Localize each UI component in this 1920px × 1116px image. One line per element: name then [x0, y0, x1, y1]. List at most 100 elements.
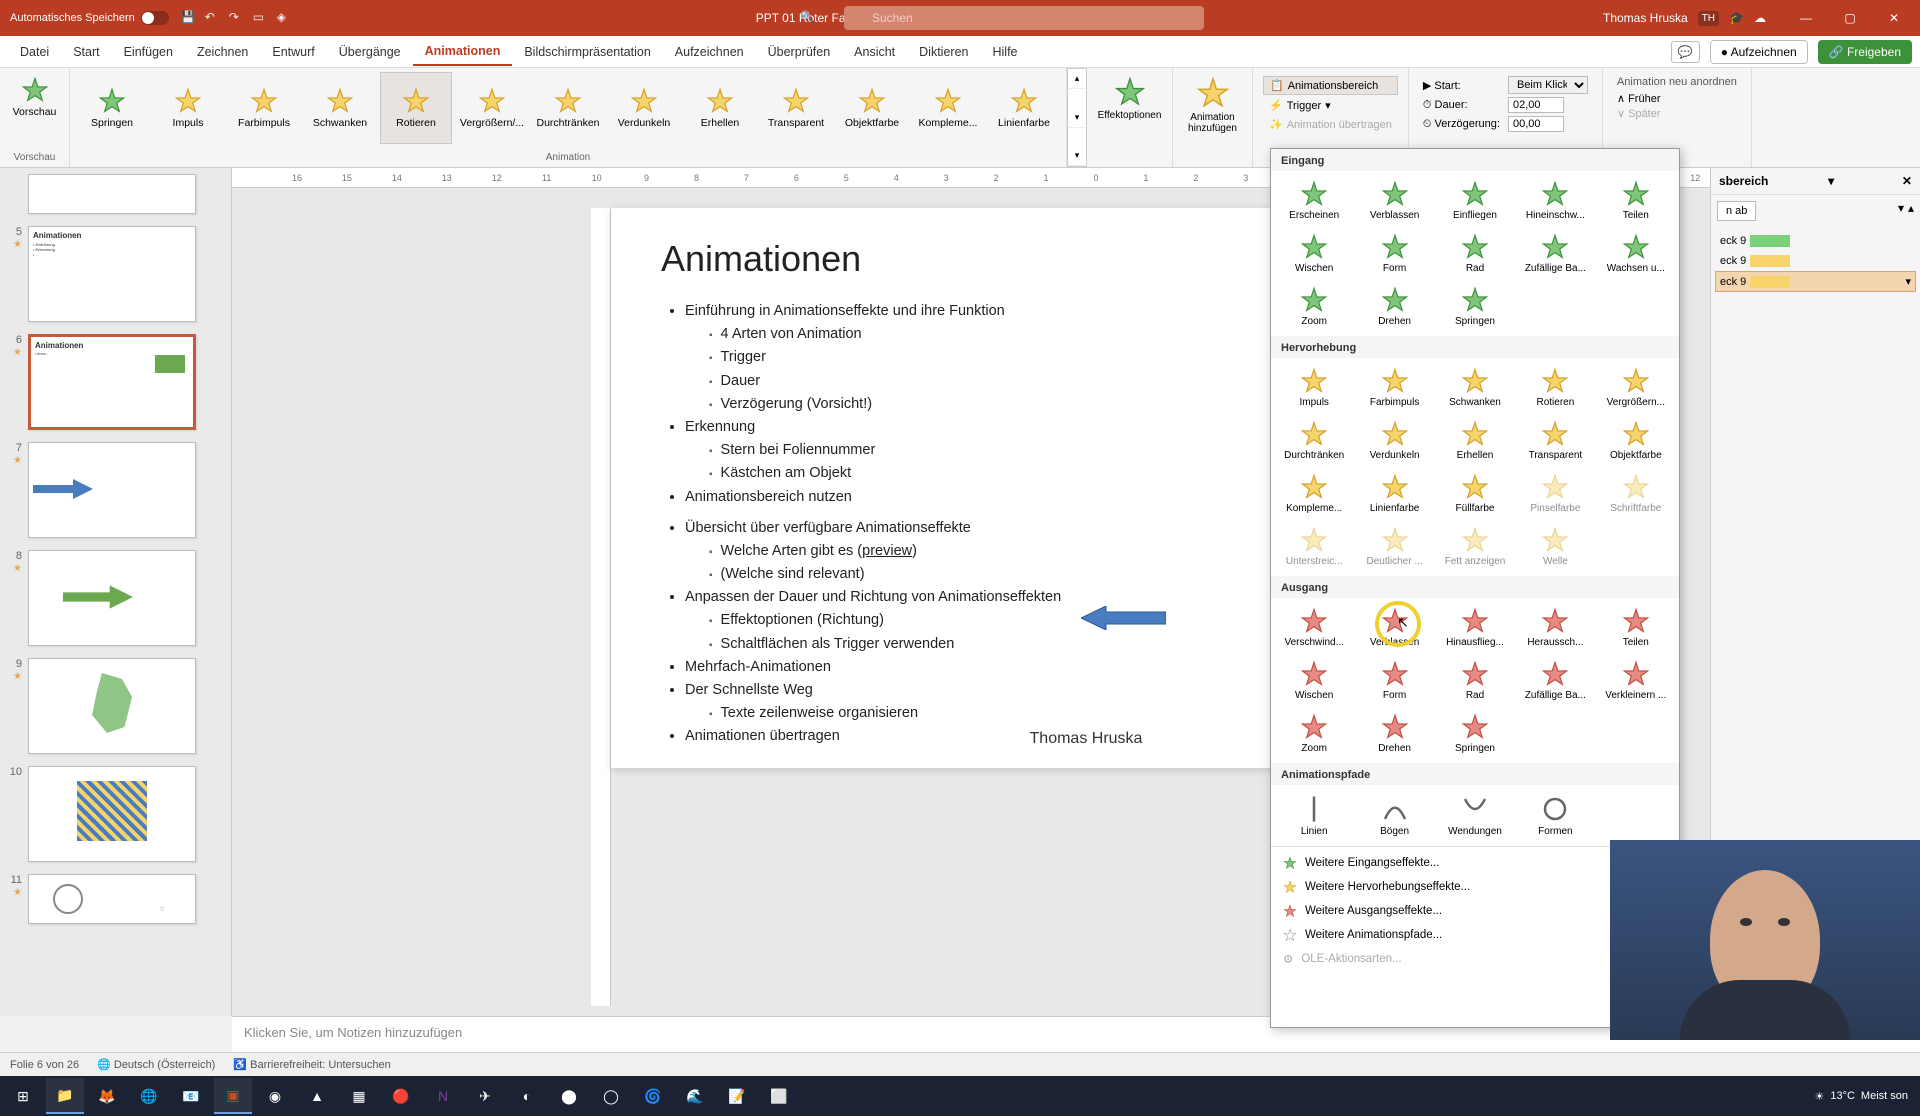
effect-zuflligeba[interactable]: Zufällige Ba...	[1516, 655, 1594, 706]
effect-heraussch[interactable]: Heraussch...	[1516, 602, 1594, 653]
preview-button[interactable]: Vorschau	[6, 72, 63, 122]
effect-hineinschw[interactable]: Hineinschw...	[1516, 175, 1594, 226]
effect-springen[interactable]: Springen	[1436, 281, 1514, 332]
start-button[interactable]: ⊞	[4, 1078, 42, 1114]
effect-zoom[interactable]: Zoom	[1275, 708, 1353, 759]
pane-close-icon[interactable]: ✕	[1902, 174, 1912, 188]
gallery-schwanken[interactable]: Schwanken	[304, 72, 376, 144]
effect-zuflligeba[interactable]: Zufällige Ba...	[1516, 228, 1594, 279]
touch-icon[interactable]: ◈	[277, 10, 293, 26]
pane-move-down-icon[interactable]: ▾	[1898, 201, 1904, 215]
effect-schwanken[interactable]: Schwanken	[1436, 362, 1514, 413]
accessibility-status[interactable]: ♿ Barrierefreiheit: Untersuchen	[233, 1058, 390, 1071]
gallery-verdunkeln[interactable]: Verdunkeln	[608, 72, 680, 144]
move-later-button[interactable]: ∨ Später	[1617, 107, 1737, 120]
user-initials[interactable]: TH	[1698, 11, 1719, 26]
slide-thumb-5[interactable]: Animationen• Einführung• Erkennung• ...	[28, 226, 196, 322]
task-app-4-icon[interactable]: ◐	[508, 1078, 546, 1114]
record-button[interactable]: ● Aufzeichnen	[1710, 40, 1808, 64]
task-app-2-icon[interactable]: ▦	[340, 1078, 378, 1114]
menu-animationen[interactable]: Animationen	[413, 38, 513, 66]
task-app-5-icon[interactable]: ◯	[592, 1078, 630, 1114]
slide-thumb-partial[interactable]	[28, 174, 196, 214]
effect-objektfarbe[interactable]: Objektfarbe	[1597, 415, 1675, 466]
effect-zoom[interactable]: Zoom	[1275, 281, 1353, 332]
gallery-rotieren[interactable]: Rotieren	[380, 72, 452, 144]
effect-drehen[interactable]: Drehen	[1355, 281, 1433, 332]
task-outlook-icon[interactable]: 📧	[172, 1078, 210, 1114]
effect-linien[interactable]: Linien	[1275, 789, 1353, 842]
animation-painter-button[interactable]: ✨ Animation übertragen	[1263, 116, 1398, 133]
user-name[interactable]: Thomas Hruska	[1603, 11, 1688, 25]
slide-thumbnail-panel[interactable]: 5★ Animationen• Einführung• Erkennung• .…	[0, 168, 232, 1016]
effect-kompleme[interactable]: Kompleme...	[1275, 468, 1353, 519]
share-button[interactable]: 🔗 Freigeben	[1818, 40, 1912, 64]
slide-thumb-11[interactable]: ♡	[28, 874, 196, 924]
weather-widget[interactable]: ☀ 13°C Meist son	[1814, 1090, 1908, 1103]
effect-springen[interactable]: Springen	[1436, 708, 1514, 759]
task-obs-icon[interactable]: ⬤	[550, 1078, 588, 1114]
gallery-scroll[interactable]: ▴ ▾ ▾	[1067, 68, 1087, 167]
gallery-farbimpuls[interactable]: Farbimpuls	[228, 72, 300, 144]
start-select[interactable]: Beim Klicken	[1508, 76, 1588, 94]
effect-durchtrnken[interactable]: Durchtränken	[1275, 415, 1353, 466]
save-icon[interactable]: 💾	[181, 10, 197, 26]
present-icon[interactable]: ▭	[253, 10, 269, 26]
effect-options-button[interactable]: Effektoptionen	[1093, 72, 1166, 125]
task-app-3-icon[interactable]: 🔴	[382, 1078, 420, 1114]
effect-hinausflieg[interactable]: Hinausflieg...	[1436, 602, 1514, 653]
gallery-transparent[interactable]: Transparent	[760, 72, 832, 144]
duration-input[interactable]	[1508, 97, 1564, 113]
undo-icon[interactable]: ↶	[205, 10, 221, 26]
slide-thumb-6[interactable]: Animationen• lines...	[28, 334, 196, 430]
effect-teilen[interactable]: Teilen	[1597, 602, 1675, 653]
slide-thumb-9[interactable]	[28, 658, 196, 754]
effect-vergrern[interactable]: Vergrößern...	[1597, 362, 1675, 413]
task-onenote-icon[interactable]: N	[424, 1078, 462, 1114]
effect-rad[interactable]: Rad	[1436, 655, 1514, 706]
anim-list-row-1[interactable]: eck 9	[1715, 251, 1916, 271]
task-chrome-icon[interactable]: 🌐	[130, 1078, 168, 1114]
effect-wendungen[interactable]: Wendungen	[1436, 789, 1514, 842]
effect-einfliegen[interactable]: Einfliegen	[1436, 175, 1514, 226]
close-button[interactable]: ✕	[1874, 4, 1914, 32]
menu-ansicht[interactable]: Ansicht	[842, 39, 907, 65]
task-app-6-icon[interactable]: 🌀	[634, 1078, 672, 1114]
effect-wischen[interactable]: Wischen	[1275, 228, 1353, 279]
effect-verkleinern[interactable]: Verkleinern ...	[1597, 655, 1675, 706]
effect-linienfarbe[interactable]: Linienfarbe	[1355, 468, 1433, 519]
effect-erhellen[interactable]: Erhellen	[1436, 415, 1514, 466]
trigger-button[interactable]: ⚡ Trigger ▾	[1263, 97, 1398, 114]
play-from-button[interactable]: n ab	[1717, 201, 1756, 221]
learning-icon[interactable]: 🎓	[1729, 11, 1744, 25]
task-app-1-icon[interactable]: ◉	[256, 1078, 294, 1114]
slide-counter[interactable]: Folie 6 von 26	[10, 1059, 79, 1071]
effect-teilen[interactable]: Teilen	[1597, 175, 1675, 226]
effect-transparent[interactable]: Transparent	[1516, 415, 1594, 466]
animation-pane[interactable]: sbereich ▾ ✕ n ab ▴ ▾ eck 9eck 9eck 9▾	[1710, 168, 1920, 908]
effect-verschwind[interactable]: Verschwind...	[1275, 602, 1353, 653]
gallery-objektfarbe[interactable]: Objektfarbe	[836, 72, 908, 144]
task-telegram-icon[interactable]: ✈	[466, 1078, 504, 1114]
minimize-button[interactable]: —	[1786, 4, 1826, 32]
move-earlier-button[interactable]: ∧ Früher	[1617, 92, 1737, 105]
menu-datei[interactable]: Datei	[8, 39, 61, 65]
effect-impuls[interactable]: Impuls	[1275, 362, 1353, 413]
add-animation-button[interactable]: Animation hinzufügen	[1179, 72, 1246, 138]
task-app-7-icon[interactable]: 📝	[718, 1078, 756, 1114]
task-explorer-icon[interactable]: 📁	[46, 1078, 84, 1114]
effect-wachsenu[interactable]: Wachsen u...	[1597, 228, 1675, 279]
gallery-springen[interactable]: Springen	[76, 72, 148, 144]
effect-form[interactable]: Form	[1355, 228, 1433, 279]
redo-icon[interactable]: ↷	[229, 10, 245, 26]
effect-rad[interactable]: Rad	[1436, 228, 1514, 279]
autosave-toggle[interactable]	[141, 11, 169, 25]
effect-erscheinen[interactable]: Erscheinen	[1275, 175, 1353, 226]
menu-zeichnen[interactable]: Zeichnen	[185, 39, 260, 65]
menu-einfuegen[interactable]: Einfügen	[112, 39, 185, 65]
anim-list-row-0[interactable]: eck 9	[1715, 231, 1916, 251]
blue-arrow-shape[interactable]	[1081, 606, 1166, 630]
effect-wischen[interactable]: Wischen	[1275, 655, 1353, 706]
animation-gallery[interactable]: SpringenImpulsFarbimpulsSchwankenRotiere…	[76, 72, 1060, 144]
effect-drehen[interactable]: Drehen	[1355, 708, 1433, 759]
